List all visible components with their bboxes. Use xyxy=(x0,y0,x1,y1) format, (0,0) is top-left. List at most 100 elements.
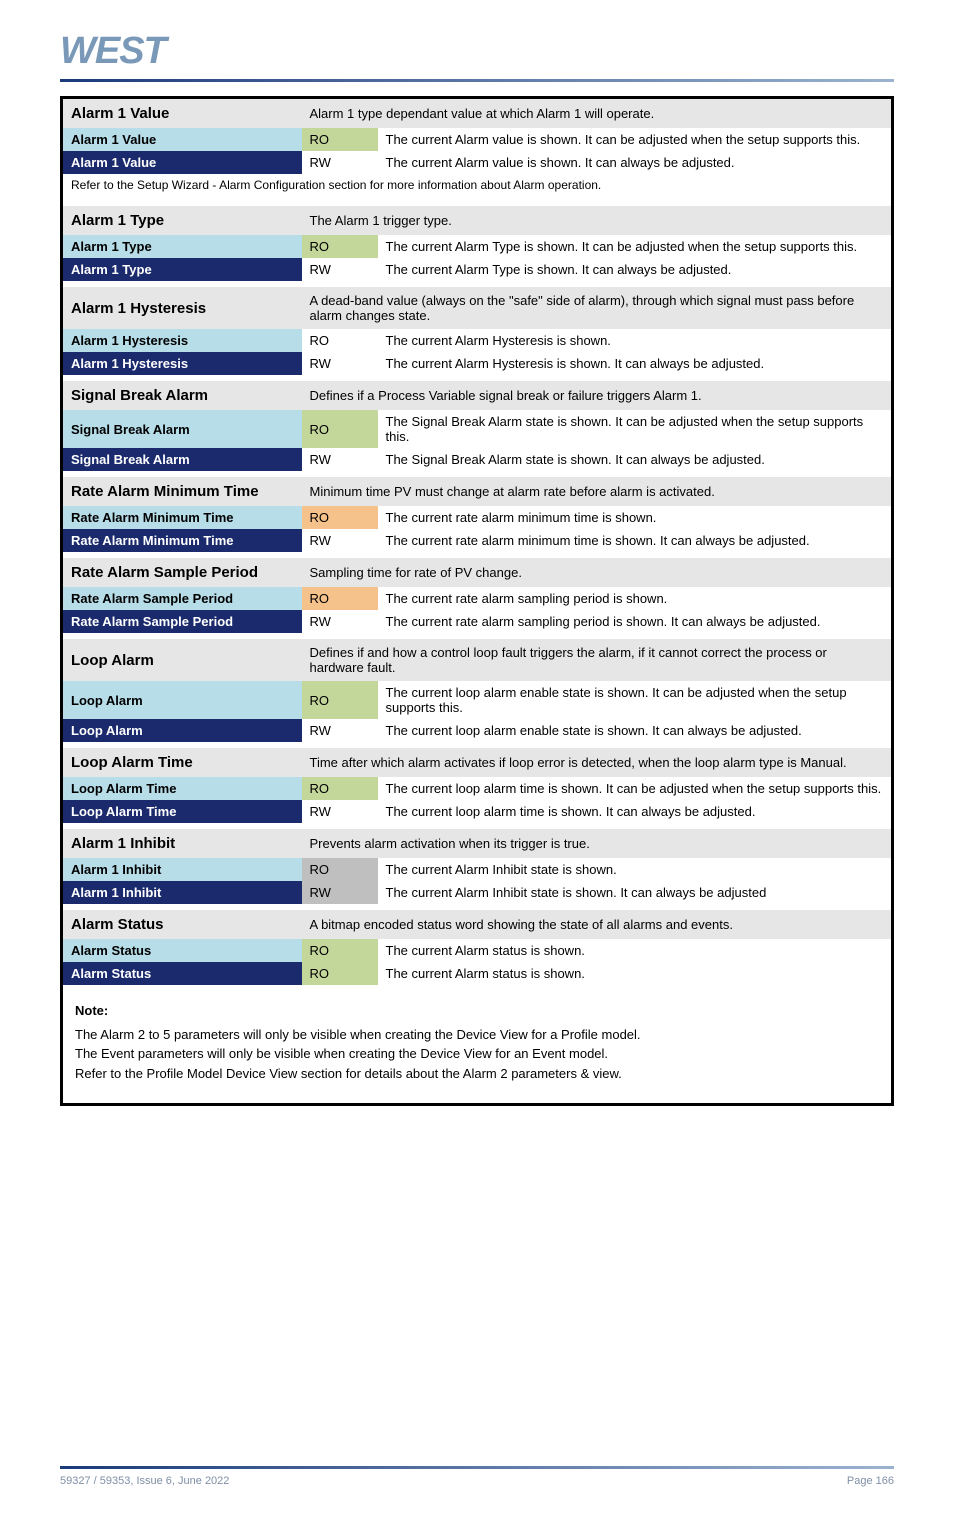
access-chip: RO xyxy=(302,506,378,529)
param-desc: Time after which alarm activates if loop… xyxy=(302,748,893,777)
brand-logo: WEST xyxy=(60,30,894,73)
variant-text: The current Alarm Hysteresis is shown. xyxy=(378,329,893,352)
footer-right: Page 166 xyxy=(847,1475,894,1487)
access-chip: RW xyxy=(302,352,378,375)
swatch-dark: Alarm 1 Inhibit xyxy=(62,881,302,904)
param-header: Signal Break AlarmDefines if a Process V… xyxy=(62,381,893,410)
access-chip: RO xyxy=(302,858,378,881)
swatch-light: Alarm 1 Hysteresis xyxy=(62,329,302,352)
param-variant-row: Rate Alarm Minimum TimeRWThe current rat… xyxy=(62,529,893,552)
variant-text: The current Alarm status is shown. xyxy=(378,939,893,962)
access-chip: RO xyxy=(302,410,378,448)
swatch-light: Alarm 1 Type xyxy=(62,235,302,258)
swatch-dark: Alarm 1 Type xyxy=(62,258,302,281)
param-header: Alarm 1 InhibitPrevents alarm activation… xyxy=(62,829,893,858)
variant-text: The current rate alarm minimum time is s… xyxy=(378,529,893,552)
param-variant-row: Alarm 1 ValueRWThe current Alarm value i… xyxy=(62,151,893,174)
param-desc: Defines if a Process Variable signal bre… xyxy=(302,381,893,410)
param-header: Rate Alarm Sample PeriodSampling time fo… xyxy=(62,558,893,587)
param-header: Alarm 1 TypeThe Alarm 1 trigger type. xyxy=(62,206,893,235)
param-variant-row: Alarm 1 HysteresisROThe current Alarm Hy… xyxy=(62,329,893,352)
variant-text: The Signal Break Alarm state is shown. I… xyxy=(378,410,893,448)
swatch-light: Rate Alarm Minimum Time xyxy=(62,506,302,529)
param-variant-row: Rate Alarm Minimum TimeROThe current rat… xyxy=(62,506,893,529)
header-divider xyxy=(60,79,894,82)
notes-line: The Alarm 2 to 5 parameters will only be… xyxy=(75,1025,879,1045)
params-table: Alarm 1 ValueAlarm 1 type dependant valu… xyxy=(60,96,894,1106)
variant-text: The current Alarm Type is shown. It can … xyxy=(378,258,893,281)
param-desc: Alarm 1 type dependant value at which Al… xyxy=(302,98,893,129)
param-variant-row: Alarm 1 ValueROThe current Alarm value i… xyxy=(62,128,893,151)
footer-divider xyxy=(60,1466,894,1469)
param-desc: Minimum time PV must change at alarm rat… xyxy=(302,477,893,506)
param-variant-row: Alarm StatusROThe current Alarm status i… xyxy=(62,939,893,962)
access-chip: RO xyxy=(302,128,378,151)
param-name: Alarm 1 Inhibit xyxy=(62,829,302,858)
param-desc: Defines if and how a control loop fault … xyxy=(302,639,893,681)
param-name: Alarm 1 Value xyxy=(62,98,302,129)
variant-text: The current rate alarm minimum time is s… xyxy=(378,506,893,529)
swatch-light: Rate Alarm Sample Period xyxy=(62,587,302,610)
variant-text: The current Alarm Type is shown. It can … xyxy=(378,235,893,258)
swatch-dark: Signal Break Alarm xyxy=(62,448,302,471)
param-header: Alarm 1 HysteresisA dead-band value (alw… xyxy=(62,287,893,329)
param-desc: A dead-band value (always on the "safe" … xyxy=(302,287,893,329)
access-chip: RO xyxy=(302,681,378,719)
variant-text: The current loop alarm enable state is s… xyxy=(378,719,893,742)
notes-title: Note: xyxy=(75,1001,879,1021)
param-name: Alarm Status xyxy=(62,910,302,939)
param-variant-row: Alarm StatusROThe current Alarm status i… xyxy=(62,962,893,985)
param-name: Rate Alarm Minimum Time xyxy=(62,477,302,506)
param-name: Signal Break Alarm xyxy=(62,381,302,410)
variant-text: The current rate alarm sampling period i… xyxy=(378,610,893,633)
swatch-dark: Rate Alarm Minimum Time xyxy=(62,529,302,552)
param-postnote: Refer to the Setup Wizard - Alarm Config… xyxy=(62,174,893,200)
param-desc: The Alarm 1 trigger type. xyxy=(302,206,893,235)
param-variant-row: Loop AlarmRWThe current loop alarm enabl… xyxy=(62,719,893,742)
access-chip: RO xyxy=(302,962,378,985)
param-header: Alarm 1 ValueAlarm 1 type dependant valu… xyxy=(62,98,893,129)
access-chip: RO xyxy=(302,329,378,352)
param-variant-row: Alarm 1 InhibitROThe current Alarm Inhib… xyxy=(62,858,893,881)
swatch-light: Loop Alarm xyxy=(62,681,302,719)
notes-line: Refer to the Profile Model Device View s… xyxy=(75,1064,879,1084)
param-name: Rate Alarm Sample Period xyxy=(62,558,302,587)
access-chip: RO xyxy=(302,235,378,258)
access-chip: RW xyxy=(302,258,378,281)
variant-text: The Signal Break Alarm state is shown. I… xyxy=(378,448,893,471)
param-variant-row: Rate Alarm Sample PeriodRWThe current ra… xyxy=(62,610,893,633)
swatch-light: Alarm Status xyxy=(62,939,302,962)
variant-text: The current Alarm value is shown. It can… xyxy=(378,128,893,151)
swatch-light: Loop Alarm Time xyxy=(62,777,302,800)
param-variant-row: Loop Alarm TimeRWThe current loop alarm … xyxy=(62,800,893,823)
swatch-dark: Alarm 1 Hysteresis xyxy=(62,352,302,375)
variant-text: The current Alarm status is shown. xyxy=(378,962,893,985)
access-chip: RW xyxy=(302,610,378,633)
swatch-light: Alarm 1 Value xyxy=(62,128,302,151)
param-header: Rate Alarm Minimum TimeMinimum time PV m… xyxy=(62,477,893,506)
access-chip: RW xyxy=(302,529,378,552)
swatch-dark: Alarm 1 Value xyxy=(62,151,302,174)
param-variant-row: Loop Alarm TimeROThe current loop alarm … xyxy=(62,777,893,800)
param-header: Loop AlarmDefines if and how a control l… xyxy=(62,639,893,681)
variant-text: The current loop alarm enable state is s… xyxy=(378,681,893,719)
param-variant-row: Alarm 1 TypeRWThe current Alarm Type is … xyxy=(62,258,893,281)
access-chip: RO xyxy=(302,939,378,962)
access-chip: RW xyxy=(302,881,378,904)
variant-text: The current Alarm Inhibit state is shown… xyxy=(378,858,893,881)
swatch-dark: Alarm Status xyxy=(62,962,302,985)
param-desc: A bitmap encoded status word showing the… xyxy=(302,910,893,939)
param-variant-row: Signal Break AlarmRWThe Signal Break Ala… xyxy=(62,448,893,471)
access-chip: RW xyxy=(302,448,378,471)
param-header: Loop Alarm TimeTime after which alarm ac… xyxy=(62,748,893,777)
param-variant-row: Alarm 1 InhibitRWThe current Alarm Inhib… xyxy=(62,881,893,904)
variant-text: The current Alarm Hysteresis is shown. I… xyxy=(378,352,893,375)
footer-left: 59327 / 59353, Issue 6, June 2022 xyxy=(60,1475,229,1487)
notes-cell: Note: The Alarm 2 to 5 parameters will on… xyxy=(62,991,893,1105)
param-variant-row: Alarm 1 HysteresisRWThe current Alarm Hy… xyxy=(62,352,893,375)
param-name: Loop Alarm xyxy=(62,639,302,681)
swatch-dark: Loop Alarm Time xyxy=(62,800,302,823)
param-desc: Prevents alarm activation when its trigg… xyxy=(302,829,893,858)
variant-text: The current Alarm value is shown. It can… xyxy=(378,151,893,174)
param-variant-row: Alarm 1 TypeROThe current Alarm Type is … xyxy=(62,235,893,258)
